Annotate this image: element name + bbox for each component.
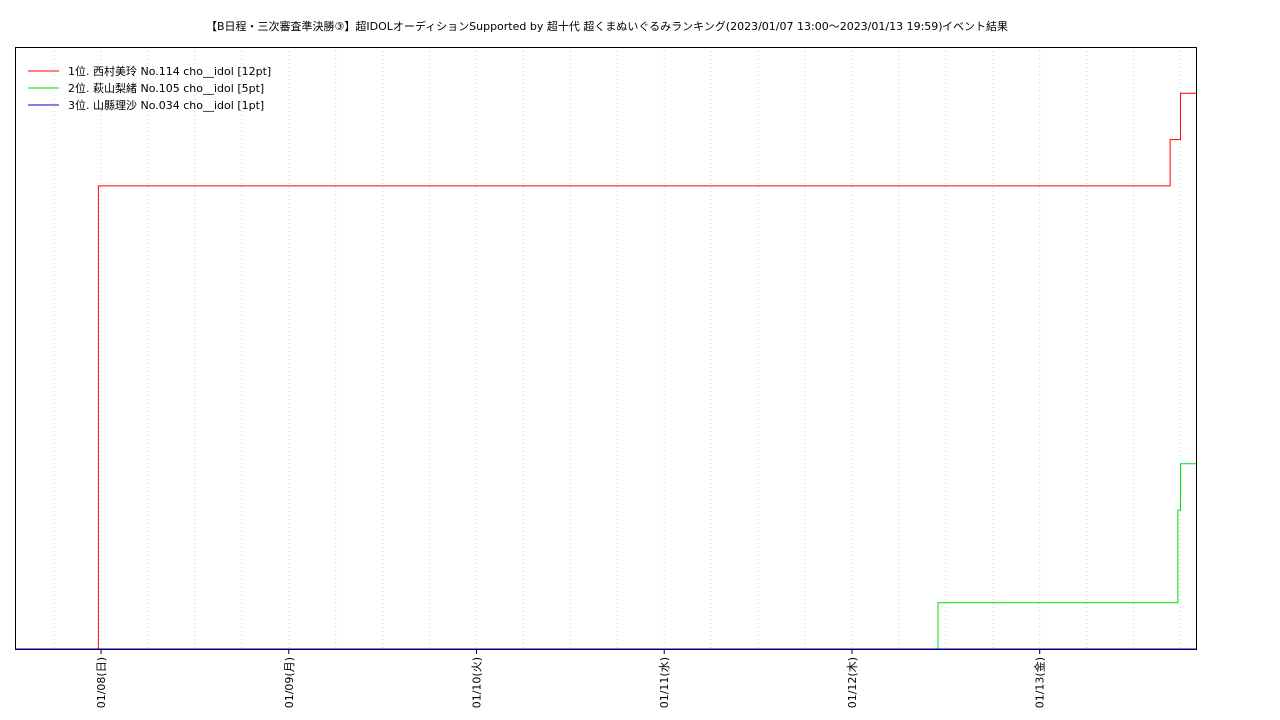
plot-frame xyxy=(15,47,1197,650)
x-tick-label: 01/13(金) xyxy=(1033,657,1047,708)
legend: 1位. 西村美玲 No.114 cho__idol [12pt] 2位. 萩山梨緒… xyxy=(28,64,271,112)
x-tick-label: 01/12(木) xyxy=(846,657,859,708)
grid-lines xyxy=(53,47,1181,649)
legend-label-2: 2位. 萩山梨緒 No.105 cho__idol [5pt] xyxy=(68,81,264,95)
series-line-2 xyxy=(15,463,1196,650)
x-tick-label: 01/09(月) xyxy=(283,657,296,708)
x-tick-label: 01/10(火) xyxy=(471,657,484,708)
legend-label-3: 3位. 山縣理沙 No.034 cho__idol [1pt] xyxy=(68,98,264,112)
legend-label-1: 1位. 西村美玲 No.114 cho__idol [12pt] xyxy=(68,64,271,78)
x-tick-label: 01/11(水) xyxy=(658,657,671,708)
x-axis-ticks: 01/08(日) 01/09(月) 01/10(火) 01/11(水) 01/12(木)… xyxy=(95,649,1047,708)
series-line-1 xyxy=(15,92,1196,650)
series-layer xyxy=(15,92,1196,650)
x-tick-label: 01/08(日) xyxy=(95,657,108,708)
chart-canvas: 01/08(日) 01/09(月) 01/10(火) 01/11(水) 01/12(木)… xyxy=(15,47,1197,708)
